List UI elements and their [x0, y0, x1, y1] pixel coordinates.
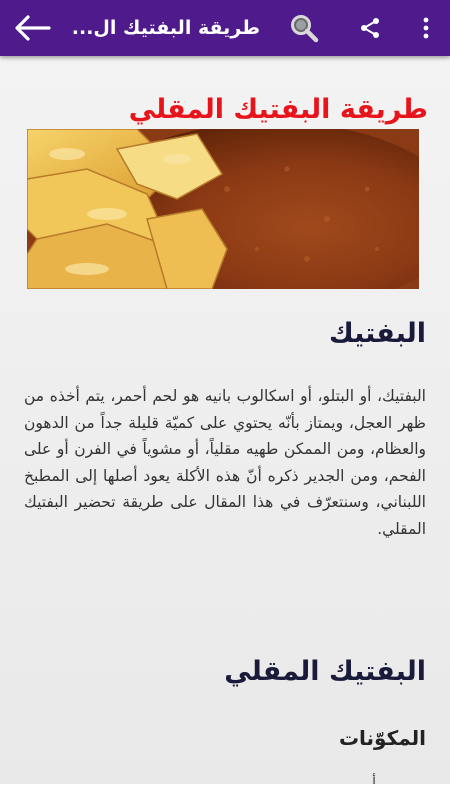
section-heading-ingredients: المكوّنات	[338, 726, 426, 750]
bottom-strip	[0, 784, 450, 800]
hero-image	[27, 129, 419, 289]
back-arrow-icon	[15, 15, 51, 41]
intro-paragraph: البفتيك، أو البتلو، أو اسكالوب بانيه هو …	[24, 387, 426, 538]
appbar-title: طريقة البفتيك ال...	[71, 17, 260, 39]
article-content[interactable]: طريقة البفتيك المقلي البفتيك البفتيك، أو…	[0, 56, 450, 784]
partial-list-item: أ	[372, 775, 376, 784]
search-icon	[291, 15, 319, 43]
more-vert-icon	[423, 17, 429, 39]
overflow-menu-button[interactable]	[410, 8, 442, 48]
share-button[interactable]	[350, 8, 390, 48]
section-heading-beefsteak: البفتيك	[328, 318, 426, 349]
article-title: طريقة البفتيك المقلي	[128, 94, 428, 125]
section-heading-fried-beefsteak: البفتيك المقلي	[224, 656, 426, 687]
fried-steak-photo	[27, 129, 419, 289]
back-button[interactable]	[10, 6, 54, 50]
app-bar: طريقة البفتيك ال...	[0, 0, 450, 56]
share-icon	[361, 18, 379, 38]
search-button[interactable]	[284, 8, 324, 48]
